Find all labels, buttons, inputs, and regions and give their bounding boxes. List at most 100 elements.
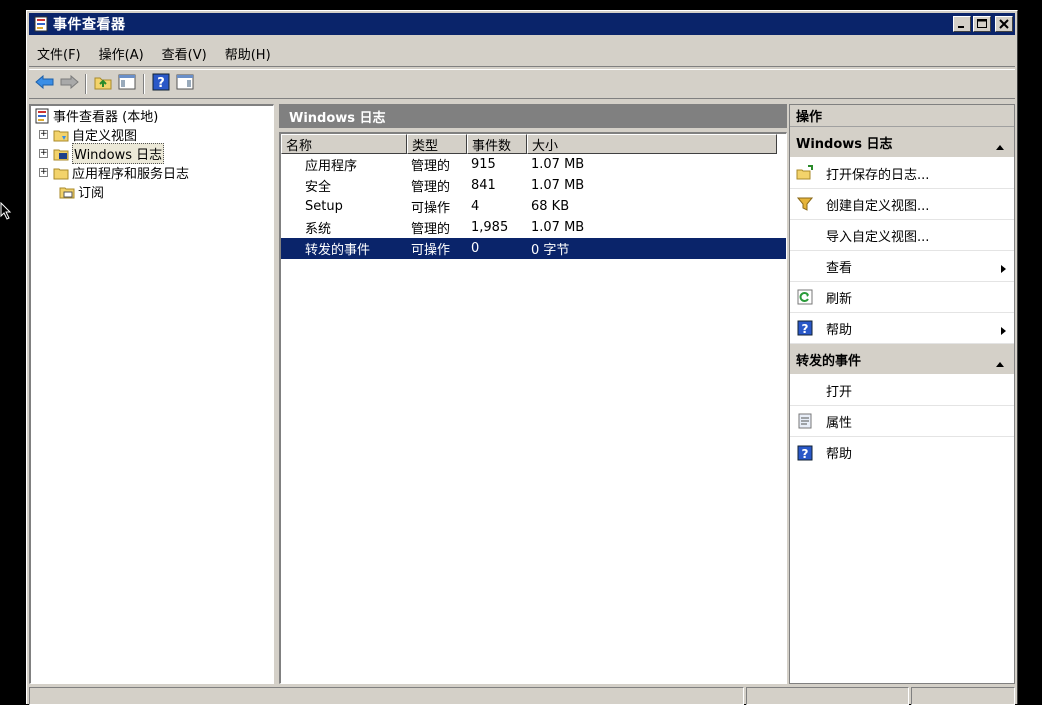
action-view[interactable]: 查看 [790, 251, 1014, 282]
menu-bar: 文件(F) 操作(A) 查看(V) 帮助(H) [29, 41, 1015, 67]
cell-size: 68 KB [531, 199, 570, 214]
actions-title: 操作 [790, 105, 1014, 127]
mouse-cursor-icon [0, 201, 12, 224]
tree-item-subscriptions[interactable]: 订阅 [31, 182, 273, 201]
list-row[interactable]: 应用程序 管理的 915 1.07 MB [281, 154, 786, 175]
actions-section-forwarded-events[interactable]: 转发的事件 [790, 344, 1014, 375]
custom-views-folder-icon [53, 127, 69, 143]
title-bar[interactable]: 事件查看器 [29, 13, 1015, 35]
toolbar: ? [29, 69, 1015, 99]
event-viewer-window: 事件查看器 文件(F) 操作(A) 查看(V) 帮助(H) ? 事件查看器 (本… [26, 10, 1018, 705]
menu-help[interactable]: 帮助(H) [225, 44, 271, 63]
list-row[interactable]: 安全 管理的 841 1.07 MB [281, 175, 786, 196]
column-header-count[interactable]: 事件数 [467, 134, 527, 154]
filter-icon [796, 195, 814, 213]
svg-text:?: ? [157, 76, 165, 91]
action-open[interactable]: 打开 [790, 375, 1014, 406]
tree-item-label: Windows 日志 [72, 143, 165, 164]
folder-up-icon [94, 74, 112, 94]
cell-type: 可操作 [411, 243, 451, 258]
cell-name: Setup [305, 199, 343, 214]
action-label: 打开保存的日志... [826, 167, 930, 183]
cell-name: 转发的事件 [305, 243, 371, 258]
submenu-arrow-icon [1001, 324, 1006, 339]
cell-type: 管理的 [411, 222, 451, 237]
status-cell [911, 687, 1016, 705]
forward-button[interactable] [57, 73, 81, 95]
result-pane: Windows 日志 名称 类型 事件数 大小 应用程序 管理的 915 1.0… [279, 104, 787, 684]
column-header-type[interactable]: 类型 [407, 134, 467, 154]
cell-type: 管理的 [411, 180, 451, 195]
maximize-button[interactable] [973, 16, 991, 32]
list-row-selected[interactable]: 转发的事件 可操作 0 0 字节 [281, 238, 786, 259]
back-icon [35, 74, 55, 93]
back-button[interactable] [33, 73, 57, 95]
action-label: 打开 [826, 384, 853, 400]
column-header-name[interactable]: 名称 [281, 134, 407, 154]
close-button[interactable] [995, 16, 1013, 32]
action-create-custom-view[interactable]: 创建自定义视图... [790, 189, 1014, 220]
section-title: Windows 日志 [796, 136, 893, 152]
console-tree: 事件查看器 (本地) + 自定义视图 + Windows 日志 + 应用程序和服… [29, 104, 274, 684]
action-refresh[interactable]: 刷新 [790, 282, 1014, 313]
collapse-caret-icon[interactable] [996, 139, 1004, 154]
menu-file[interactable]: 文件(F) [37, 44, 81, 63]
section-title: 转发的事件 [796, 353, 862, 369]
collapse-caret-icon[interactable] [996, 356, 1004, 371]
column-header-size[interactable]: 大小 [527, 134, 777, 154]
action-help[interactable]: ? 帮助 [790, 313, 1014, 344]
cell-count: 0 [471, 241, 480, 256]
up-one-level-button[interactable] [91, 73, 115, 95]
tree-root-label: 事件查看器 (本地) [53, 110, 159, 125]
tree-item-custom-views[interactable]: + 自定义视图 [31, 125, 273, 144]
action-open-saved-log[interactable]: 打开保存的日志... [790, 158, 1014, 189]
windows-logs-folder-icon [53, 146, 69, 162]
help-icon: ? [796, 319, 814, 337]
action-label: 查看 [826, 260, 853, 276]
subscriptions-icon [59, 184, 75, 200]
action-label: 创建自定义视图... [826, 198, 930, 214]
list-row[interactable]: Setup 可操作 4 68 KB [281, 196, 786, 217]
status-cell [745, 687, 910, 705]
event-viewer-app-icon [33, 16, 49, 32]
help-icon: ? [152, 73, 170, 95]
menu-action[interactable]: 操作(A) [99, 44, 144, 63]
tree-item-app-service-logs[interactable]: + 应用程序和服务日志 [31, 163, 273, 182]
help-icon: ? [796, 444, 814, 462]
show-hide-action-pane-icon [176, 74, 194, 94]
cell-count: 4 [471, 199, 480, 214]
expand-icon[interactable]: + [39, 149, 48, 158]
forward-icon [59, 74, 79, 93]
menu-view[interactable]: 查看(V) [162, 44, 207, 63]
help-button[interactable]: ? [149, 73, 173, 95]
cell-type: 可操作 [411, 201, 451, 216]
action-label: 导入自定义视图... [826, 229, 930, 245]
action-help-forwarded[interactable]: ? 帮助 [790, 437, 1014, 468]
tree-item-windows-logs[interactable]: + Windows 日志 [31, 143, 273, 164]
show-hide-action-pane-button[interactable] [173, 73, 197, 95]
action-import-custom-view[interactable]: 导入自定义视图... [790, 220, 1014, 251]
toolbar-separator [143, 74, 145, 94]
properties-icon [796, 412, 814, 430]
tree-item-label: 订阅 [78, 186, 105, 201]
action-label: 刷新 [826, 291, 853, 307]
expand-icon[interactable]: + [39, 168, 48, 177]
show-hide-console-tree-button[interactable] [115, 73, 139, 95]
cell-name: 系统 [305, 222, 332, 237]
cell-name: 安全 [305, 180, 332, 195]
action-label: 属性 [826, 415, 853, 431]
tree-root[interactable]: 事件查看器 (本地) [31, 106, 273, 125]
tree-item-label: 应用程序和服务日志 [72, 167, 190, 182]
show-hide-console-tree-icon [118, 74, 136, 94]
window-title: 事件查看器 [53, 17, 126, 33]
actions-pane: 操作 Windows 日志 打开保存的日志... 创建自定义视图... 导入自定… [789, 104, 1015, 684]
action-properties[interactable]: 属性 [790, 406, 1014, 437]
minimize-button[interactable] [953, 16, 971, 32]
log-list: 名称 类型 事件数 大小 应用程序 管理的 915 1.07 MB 安全 管理的… [279, 132, 787, 684]
app-service-logs-folder-icon [53, 165, 69, 181]
list-row[interactable]: 系统 管理的 1,985 1.07 MB [281, 217, 786, 238]
action-label: 帮助 [826, 447, 853, 462]
actions-section-windows-logs[interactable]: Windows 日志 [790, 127, 1014, 158]
expand-icon[interactable]: + [39, 130, 48, 139]
tree-item-label: 自定义视图 [72, 129, 138, 144]
